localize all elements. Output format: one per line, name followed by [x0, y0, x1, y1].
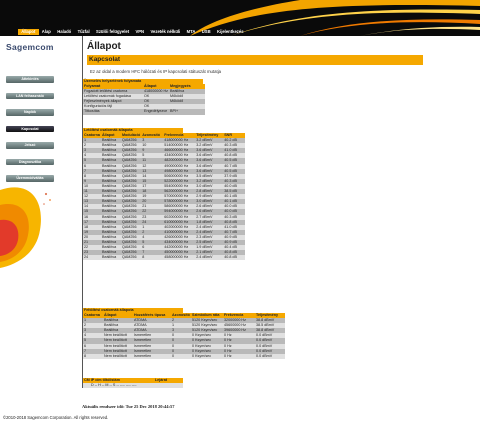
main-content: Állapot Kapcsolat Ez az oldal a modem HF… [82, 36, 423, 388]
nav-item-0[interactable]: Állapot [18, 29, 39, 35]
nav-item-8[interactable]: USB [199, 29, 214, 35]
system-time: Aktuális rendszer idő: Tue 25 Dec 2018 2… [82, 404, 175, 409]
downstream-section: Letöltési csatornák állapota Csatorna Áll… [83, 128, 246, 261]
main-navigation: Állapot Alap Haladó Tűzfal Szülői felügyelet… [18, 29, 247, 35]
table-row: 24 Beállítva QAM256 8 458000000 Hz 2.4 dBmV 40… [83, 255, 246, 261]
startup-section: Üzemelés helyzetének folyamata Folyamat Á… [83, 79, 205, 115]
column-header: Azonosító [141, 133, 164, 139]
sidebar-item-2[interactable]: Naplók [6, 109, 54, 116]
top-banner: Állapot Alap Haladó Tűzfal Szülői felügyelet… [0, 0, 480, 36]
table-cell: 40.8 dB [223, 255, 246, 261]
cm-ip-value: D -- H -- M -- S -- ---- ---- ---- [83, 383, 183, 388]
sidebar-item-4[interactable]: Jelszó [6, 142, 54, 149]
table-cell: 458000000 Hz [163, 255, 196, 261]
table-row: 8 Nem beállított Ismeretlen 0 0 Ksym/sec 0 Hz… [83, 353, 285, 359]
page-title: Állapot [87, 41, 121, 52]
sidebar-item-3[interactable]: Kapcsolat [6, 125, 54, 132]
nav-item-7[interactable]: MTA [183, 29, 198, 35]
nav-item-1[interactable]: Alap [39, 29, 54, 35]
copyright-text: ©2010-2018 Sagemcom Corporation. All rig… [3, 415, 109, 420]
table-cell: 24 [83, 255, 101, 261]
sidebar-item-1[interactable]: LAN felhasználó [6, 92, 54, 99]
table-cell: 0.0 dBmV [255, 353, 285, 359]
sagemcom-logo: Sagemcom [6, 42, 54, 52]
upstream-section: Feltöltési csatornák állapota Csatorna Ál… [83, 308, 285, 359]
table-cell: 8 [83, 353, 103, 359]
table-cell: 2.4 dBmV [195, 255, 224, 261]
cm-ip-section: CM IP cím tiltólistám Lejárat D -- H -- … [83, 378, 183, 388]
upstream-table: Csatorna Állapot Hozzáférés típusa Azonosít… [83, 313, 285, 359]
nav-item-9[interactable]: Kijelentkezés [214, 29, 247, 35]
table-cell: BPI+ [169, 109, 205, 115]
table-cell: 0 Ksym/sec [191, 353, 223, 359]
table-cell: 8 [141, 255, 164, 261]
cm-ip-expiry-label: Lejárat [154, 378, 167, 382]
table-cell: 0 [171, 353, 191, 359]
table-cell: Nem beállított [103, 353, 133, 359]
nav-item-4[interactable]: Szülői felügyelet [93, 29, 132, 35]
nav-item-3[interactable]: Tűzfal [74, 29, 92, 35]
table-cell: Beállítva [100, 255, 121, 261]
table-cell: Ismeretlen [133, 353, 171, 359]
nav-item-5[interactable]: VPN [132, 29, 147, 35]
nav-item-2[interactable]: Haladó [54, 29, 74, 35]
startup-table: Folyamat Állapot Megjegyzés Fogadott letölt… [83, 84, 205, 115]
page-subtitle: Kapcsolat [87, 55, 423, 65]
table-cell: Engedélyezve [143, 109, 169, 115]
table-cell: 0 Hz [223, 353, 255, 359]
decorative-swirl [0, 187, 51, 268]
table-cell: QAM256 [120, 255, 142, 261]
sidebar-item-0[interactable]: Áttekintés [6, 76, 54, 83]
table-cell: Titkosítás [83, 109, 143, 115]
nav-item-6[interactable]: Vezeték nélküli [147, 29, 183, 35]
table-row: Titkosítás Engedélyezve BPI+ [83, 109, 205, 115]
page-description: Ez az oldal a modem HFC hálózati és IP k… [90, 69, 222, 74]
downstream-table: Csatorna Állapot Moduláció Azonosító Frekven… [83, 133, 246, 261]
